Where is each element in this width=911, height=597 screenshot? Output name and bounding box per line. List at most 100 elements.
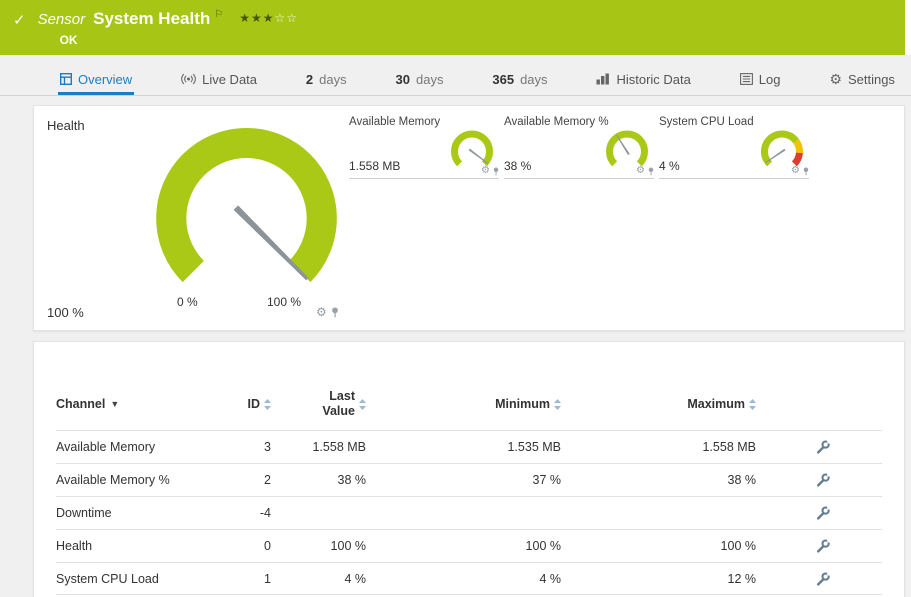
channel-minimum: 37 %	[366, 473, 561, 487]
sensor-title-block: Sensor System Health ⚐ ★★★☆☆ OK	[38, 9, 298, 47]
gauge-arc-red-zone	[794, 153, 799, 164]
channel-id: 2	[216, 473, 271, 487]
channel-name[interactable]: Available Memory %	[56, 473, 216, 487]
tab-number: 365	[492, 72, 514, 87]
stars-filled: ★★★	[239, 11, 274, 25]
object-kind-label: Sensor	[38, 11, 86, 28]
tab-live-data[interactable]: Live Data	[179, 66, 259, 95]
column-header-label: Last Value	[313, 389, 355, 419]
channel-settings-wrench-icon[interactable]	[816, 506, 830, 520]
tab-label: Settings	[848, 72, 895, 87]
tab-settings[interactable]: ⚙ Settings	[827, 66, 897, 95]
header-right-strip	[905, 0, 911, 55]
column-header-label: ID	[248, 397, 261, 411]
gauge-settings-icon[interactable]: ⚙	[636, 166, 645, 176]
table-row-health: Health 0 100 % 100 % 100 %	[56, 529, 882, 562]
pin-icon[interactable]	[493, 167, 499, 176]
column-header-label: Maximum	[687, 397, 745, 411]
overview-icon	[60, 73, 72, 85]
pin-icon[interactable]	[803, 167, 809, 176]
small-gauge-tiles: Available Memory 1.558 MB ⚙ Available Me…	[349, 116, 809, 179]
channel-last-value: 1.558 MB	[271, 440, 366, 454]
gauge-tile-value: 1.558 MB	[349, 159, 400, 173]
tab-label: days	[319, 72, 346, 87]
table-row-available-memory-pct: Available Memory % 2 38 % 37 % 38 %	[56, 463, 882, 496]
tab-number: 30	[396, 72, 410, 87]
column-header-last-value[interactable]: Last Value	[271, 389, 366, 419]
tab-historic-data[interactable]: Historic Data	[594, 66, 692, 95]
channel-settings-wrench-icon[interactable]	[816, 572, 830, 586]
status-badge: OK	[60, 33, 298, 47]
channel-maximum: 1.558 MB	[561, 440, 756, 454]
channel-id: 1	[216, 572, 271, 586]
channel-last-value: 38 %	[271, 473, 366, 487]
gauge-tile-system-cpu-load: System CPU Load 4 % ⚙	[659, 116, 809, 179]
table-header-row: Channel ▼ ID Last Value Minimum Maximum	[56, 378, 882, 430]
live-data-icon	[181, 73, 196, 85]
channel-table: Channel ▼ ID Last Value Minimum Maximum	[56, 378, 882, 595]
tab-bar: Overview Live Data 2 days 30 days 365 da…	[0, 66, 911, 96]
gauge-settings-icon[interactable]: ⚙	[791, 166, 800, 176]
channel-id: -4	[216, 506, 271, 520]
gauge-arc	[455, 134, 490, 164]
table-row-available-memory: Available Memory 3 1.558 MB 1.535 MB 1.5…	[56, 430, 882, 463]
column-header-label: Minimum	[495, 397, 550, 411]
gauge-tile-tools: ⚙	[791, 166, 809, 176]
channel-last-value: 4 %	[271, 572, 366, 586]
sort-icon	[554, 399, 561, 410]
tab-overview[interactable]: Overview	[58, 66, 134, 95]
column-header-maximum[interactable]: Maximum	[561, 397, 756, 411]
tab-365-days[interactable]: 365 days	[490, 66, 549, 95]
tab-2-days[interactable]: 2 days	[304, 66, 349, 95]
pin-icon[interactable]	[331, 307, 339, 318]
health-gauge	[139, 100, 354, 315]
channel-table-panel: Channel ▼ ID Last Value Minimum Maximum	[33, 341, 905, 597]
channel-name[interactable]: System CPU Load	[56, 572, 216, 586]
gauge-settings-icon[interactable]: ⚙	[481, 166, 490, 176]
sort-icon	[264, 399, 271, 410]
tab-label: Overview	[78, 72, 132, 87]
gauge-scale-min: 0 %	[177, 295, 198, 309]
historic-data-icon	[596, 73, 610, 85]
channel-id: 3	[216, 440, 271, 454]
stars-empty: ☆☆	[275, 11, 299, 25]
gauge-tile-tools: ⚙	[636, 166, 654, 176]
status-ok-check-icon: ✓	[13, 11, 26, 29]
priority-flag-icon[interactable]: ⚐	[214, 9, 223, 20]
priority-stars[interactable]: ★★★☆☆	[239, 11, 298, 25]
channel-name[interactable]: Available Memory	[56, 440, 216, 454]
channel-settings-wrench-icon[interactable]	[816, 440, 830, 454]
column-header-minimum[interactable]: Minimum	[366, 397, 561, 411]
gauges-panel: Health 0 % 100 % 100 % ⚙ Available Memor…	[33, 105, 905, 331]
gauge-arc	[171, 143, 322, 271]
gauge-scale-max: 100 %	[267, 295, 301, 309]
column-header-id[interactable]: ID	[216, 397, 271, 411]
channel-maximum: 100 %	[561, 539, 756, 553]
table-row-downtime: Downtime -4	[56, 496, 882, 529]
health-gauge-label: Health	[47, 118, 85, 133]
channel-name[interactable]: Health	[56, 539, 216, 553]
tab-30-days[interactable]: 30 days	[394, 66, 446, 95]
column-header-channel[interactable]: Channel ▼	[56, 397, 216, 411]
tab-log[interactable]: Log	[738, 66, 783, 95]
gauge-needle	[234, 205, 310, 281]
channel-name[interactable]: Downtime	[56, 506, 216, 520]
page-title: System Health	[93, 9, 210, 29]
pin-icon[interactable]	[648, 167, 654, 176]
channel-maximum: 12 %	[561, 572, 756, 586]
channel-minimum: 4 %	[366, 572, 561, 586]
settings-gear-icon: ⚙	[829, 72, 842, 86]
gauge-settings-icon[interactable]: ⚙	[316, 306, 327, 318]
table-row-system-cpu-load: System CPU Load 1 4 % 4 % 12 %	[56, 562, 882, 595]
tab-label: Historic Data	[616, 72, 690, 87]
health-gauge-value: 100 %	[47, 305, 84, 320]
gauge-tile-available-memory-pct: Available Memory % 38 % ⚙	[504, 116, 654, 179]
channel-settings-wrench-icon[interactable]	[816, 473, 830, 487]
gauge-tile-tools: ⚙	[481, 166, 499, 176]
channel-minimum: 100 %	[366, 539, 561, 553]
channel-settings-wrench-icon[interactable]	[816, 539, 830, 553]
gauge-arc	[610, 134, 645, 164]
sort-icon	[359, 399, 366, 410]
gauge-tile-value: 4 %	[659, 159, 680, 173]
gauge-tile-value: 38 %	[504, 159, 531, 173]
